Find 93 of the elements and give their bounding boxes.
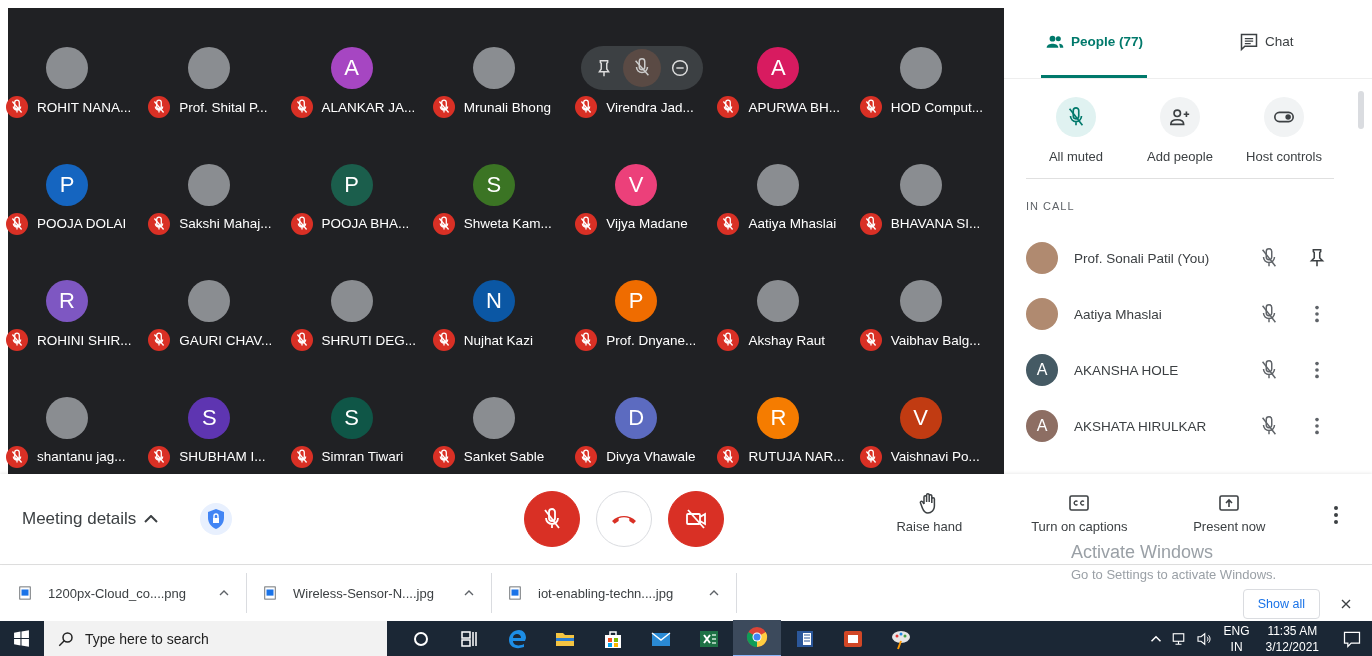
- avatar: A: [1026, 410, 1058, 442]
- participant-name: Sakshi Mahaj...: [179, 216, 272, 232]
- avatar: A: [330, 47, 373, 89]
- avatar: R: [46, 280, 88, 323]
- participant-name: HOD Comput...: [890, 99, 983, 115]
- participant-name: AKSHATA HIRULKAR: [1074, 418, 1208, 434]
- photo-placeholder: [330, 280, 373, 323]
- photo-placeholder: [46, 47, 88, 89]
- photo-placeholder: [188, 163, 231, 206]
- download-file-name[interactable]: 1200px-Cloud_co....png: [48, 585, 216, 601]
- panel-action-button[interactable]: All muted: [1026, 97, 1126, 164]
- participant-name: SHUBHAM I...: [179, 449, 266, 465]
- photo-placeholder: [1026, 242, 1058, 274]
- avatar: V: [899, 396, 942, 439]
- photo-placeholder: [899, 47, 942, 89]
- avatar: R: [757, 396, 800, 439]
- participant-name: Vaishnavi Po...: [890, 449, 980, 465]
- participant-name: ROHINI SHIR...: [37, 332, 132, 348]
- participant-name: BHAVANA SI...: [890, 216, 981, 232]
- participant-name: RUTUJA NAR...: [748, 449, 845, 465]
- participant-name: Divya Vhawale: [606, 449, 696, 465]
- photo-placeholder: [1026, 298, 1058, 330]
- taskbar-search-field[interactable]: Type here to search: [44, 621, 387, 656]
- meeting-details-button[interactable]: Meeting details: [14, 503, 167, 536]
- participant-name: Aatiya Mhaslai: [1074, 306, 1163, 322]
- participant-name: Virendra Jad...: [606, 99, 694, 115]
- image-file-icon: [508, 585, 522, 602]
- activation-notice-title: Activate Windows: [1071, 542, 1215, 564]
- avatar: P: [46, 163, 88, 206]
- participant-name: shantanu jag...: [37, 449, 126, 465]
- participant-name: Vaibhav Balg...: [890, 332, 981, 348]
- avatar: A: [1026, 354, 1058, 386]
- avatar: V: [615, 163, 658, 206]
- participant-name: Simran Tiwari: [321, 449, 404, 465]
- call-action-button[interactable]: Raise hand: [854, 490, 1005, 548]
- photo-placeholder: [899, 163, 942, 206]
- scrollbar[interactable]: [1358, 91, 1364, 129]
- avatar: S: [330, 396, 373, 439]
- photo-placeholder: [188, 280, 231, 323]
- photo-placeholder: [46, 396, 88, 439]
- participant-name: POOJA DOLAI: [37, 216, 127, 232]
- participant-name: Akshay Raut: [748, 332, 825, 348]
- participant-name: Sanket Sable: [463, 449, 545, 465]
- section-heading: IN CALL: [1026, 200, 1076, 212]
- avatar: S: [472, 163, 515, 206]
- participant-name: POOJA BHA...: [321, 216, 410, 232]
- windows-logo-icon[interactable]: [13, 630, 30, 647]
- chat-icon: [1239, 31, 1260, 52]
- participant-name: GAURI CHAV...: [179, 332, 273, 348]
- avatar: P: [615, 280, 658, 323]
- participant-name: Shweta Kam...: [463, 216, 552, 232]
- avatar: S: [188, 396, 231, 439]
- phone-hangup-icon: [612, 513, 637, 526]
- photo-placeholder: [757, 280, 800, 323]
- participant-name: Prof. Dnyane...: [606, 332, 697, 348]
- avatar: N: [472, 280, 515, 323]
- participant-name: ROHIT NANA...: [37, 99, 132, 115]
- photo-placeholder: [472, 47, 515, 89]
- panel-tab[interactable]: People (77): [1041, 8, 1148, 78]
- activation-notice-text: Go to Settings to activate Windows.: [1071, 567, 1277, 583]
- panel-action-button[interactable]: Add people: [1130, 97, 1230, 164]
- avatar: P: [330, 163, 373, 206]
- panel-tab[interactable]: Chat: [1235, 8, 1298, 78]
- caret-up-icon: [144, 515, 159, 524]
- participant-name: Prof. Shital P...: [179, 99, 268, 115]
- avatar: A: [757, 47, 800, 89]
- mic-off-icon[interactable]: [623, 49, 662, 87]
- participant-name: Mrunali Bhong: [463, 99, 551, 115]
- avatar: D: [615, 396, 658, 439]
- image-file-icon: [263, 585, 277, 602]
- add-person-icon: [1169, 106, 1191, 128]
- browser-icon[interactable]: [733, 620, 781, 656]
- participant-name: Prof. Sonali Patil (You): [1074, 250, 1211, 266]
- participant-name: Vijya Madane: [606, 216, 688, 232]
- image-file-icon: [18, 585, 32, 602]
- participant-name: ALANKAR JA...: [321, 99, 416, 115]
- participant-name: AKANSHA HOLE: [1074, 362, 1180, 378]
- show-all-button[interactable]: Show all: [1242, 589, 1320, 620]
- participant-name: APURWA BH...: [748, 99, 840, 115]
- participant-name: SHRUTI DEG...: [321, 332, 417, 348]
- shield-lock-icon[interactable]: [200, 503, 233, 536]
- panel-action-button[interactable]: Host controls: [1234, 97, 1334, 164]
- clock[interactable]: 11:35 AM 3/12/2021: [1260, 622, 1324, 655]
- download-file-name[interactable]: iot-enabling-techn....jpg: [538, 585, 706, 601]
- participant-name: Nujhat Kazi: [463, 332, 533, 348]
- photo-placeholder: [472, 396, 515, 439]
- search-icon: [57, 629, 75, 648]
- language-indicator[interactable]: ENG IN: [1218, 622, 1255, 655]
- photo-placeholder: [188, 47, 231, 89]
- photo-placeholder: [899, 280, 942, 323]
- participant-name: Aatiya Mhaslai: [748, 216, 837, 232]
- download-file-name[interactable]: Wireless-Sensor-N....jpg: [293, 585, 461, 601]
- photo-placeholder: [757, 163, 800, 206]
